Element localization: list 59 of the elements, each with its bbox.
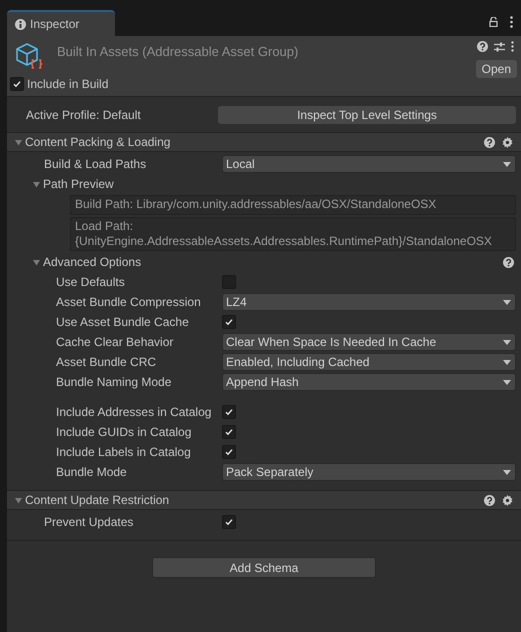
more-icon[interactable] [510,16,513,28]
foldout-arrow-icon[interactable] [32,258,41,266]
sliders-icon[interactable] [494,42,505,52]
dropdown[interactable]: LZ4 [222,293,516,311]
field-label: Build & Load Paths [44,156,148,173]
caret-icon [503,300,511,304]
inspect-settings-button[interactable]: Inspect Top Level Settings [218,106,516,124]
checkbox[interactable] [222,445,236,459]
help-icon[interactable] [503,256,514,268]
foldout-arrow-icon[interactable] [14,496,23,504]
lock-icon[interactable] [489,17,498,27]
foldout-label[interactable]: Advanced Options [43,253,142,271]
checkbox[interactable] [222,425,236,439]
field-label: Asset Bundle Compression [56,294,202,311]
dropdown[interactable]: Pack Separately [222,463,516,481]
field-label: Include Addresses in Catalog [56,404,212,421]
field-label: Bundle Mode [56,464,128,481]
checkbox[interactable] [222,405,236,419]
caret-icon [503,360,511,364]
caret-icon [503,470,511,474]
field-label: Use Asset Bundle Cache [56,314,190,331]
more-icon[interactable] [511,41,514,52]
foldout-arrow-icon[interactable] [32,180,41,188]
checkbox[interactable] [222,315,236,329]
field-label: Bundle Naming Mode [56,374,172,391]
info-icon [15,18,26,30]
field-label: Cache Clear Behavior [56,334,174,351]
help-icon[interactable] [484,136,495,148]
inspector-tab[interactable]: Inspector [7,10,115,36]
checkmark-icon [12,79,22,89]
help-icon[interactable] [477,41,488,52]
checkbox-label: Include in Build [27,76,108,93]
dropdown[interactable]: Append Hash [222,373,516,391]
caret-icon [503,162,511,166]
add-schema-button[interactable]: Add Schema [152,557,376,578]
foldout-label[interactable]: Path Preview [43,175,114,193]
path-field: Build Path: Library/com.unity.addressables/aa/OSX/StandaloneOSX [70,195,516,215]
caret-icon [503,340,511,344]
profile-label: Active Profile: Default [26,106,142,124]
checkbox[interactable] [10,77,24,91]
checkmark-icon [224,517,234,527]
dropdown[interactable]: Local [222,155,516,173]
checkmark-icon [224,317,234,327]
dropdown[interactable]: Enabled, Including Cached [222,353,516,371]
dropdown[interactable]: Clear When Space Is Needed In Cache [222,333,516,351]
field-label: Include Labels in Catalog [56,444,192,461]
asset-title: Built In Assets (Addressable Asset Group) [57,43,300,61]
field-label: Use Defaults [56,274,126,291]
field-label: Include GUIDs in Catalog [56,424,192,441]
caret-icon [503,380,511,384]
checkbox[interactable] [222,515,236,529]
open-button[interactable]: Open [476,60,517,78]
settings-icon[interactable] [502,136,513,148]
help-icon[interactable] [484,494,495,506]
settings-icon[interactable] [502,494,513,506]
field-label: Prevent Updates [44,514,134,531]
foldout-arrow-icon[interactable] [14,138,23,146]
path-field: Load Path: {UnityEngine.AddressableAssets.Addressables.RuntimePath}/StandaloneOSX [70,217,516,251]
field-label: Asset Bundle CRC [56,354,158,371]
